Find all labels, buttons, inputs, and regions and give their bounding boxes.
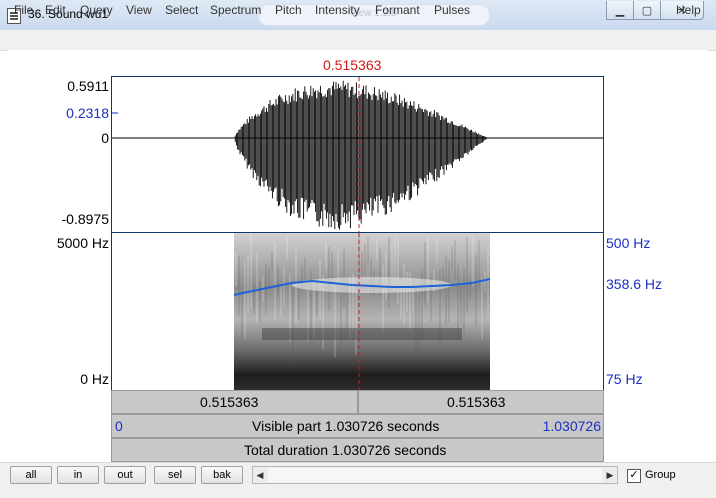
zoom-back-button[interactable]: bak — [201, 466, 243, 484]
scrollbar-thumb[interactable] — [268, 468, 602, 482]
right-half-duration: 0.515363 — [447, 394, 506, 410]
waveform-signal — [234, 80, 488, 230]
menu-select[interactable]: Select — [165, 3, 198, 17]
menu-query[interactable]: Query — [80, 3, 113, 17]
group-label: Group — [645, 469, 676, 481]
minimize-button[interactable]: ▁ — [606, 1, 634, 20]
zoom-all-button[interactable]: all — [10, 466, 52, 484]
menu-file[interactable]: File — [14, 3, 33, 17]
waveform-svg — [112, 77, 603, 232]
menu-view[interactable]: View — [126, 3, 152, 17]
spectrogram-panel[interactable] — [111, 233, 604, 390]
visible-start-time: 0 — [115, 418, 123, 434]
total-duration-bar[interactable]: Total duration 1.030726 seconds — [111, 438, 604, 462]
spectrogram-bottom-frequency-label: 0 Hz — [80, 371, 109, 387]
scroll-left-arrow-icon[interactable]: ◀ — [253, 467, 267, 483]
menu-edit[interactable]: Edit — [45, 3, 66, 17]
pitch-current-label: 358.6 Hz — [606, 276, 663, 292]
zoom-out-button[interactable]: out — [104, 466, 146, 484]
spectrogram-svg — [233, 233, 491, 390]
visible-part-label: Visible part 1.030726 seconds — [252, 418, 440, 434]
waveform-cursor-value-label: 0.2318 — [66, 105, 109, 121]
minimize-icon: ▁ — [615, 4, 625, 17]
pitch-top-label: 500 Hz — [606, 235, 651, 251]
visible-part-bar[interactable]: 0 Visible part 1.030726 seconds 1.030726 — [111, 414, 604, 438]
zoom-in-button[interactable]: in — [57, 466, 99, 484]
scroll-right-arrow-icon[interactable]: ▶ — [603, 467, 617, 483]
menu-pulses[interactable]: Pulses — [434, 3, 470, 17]
selection-right-bar[interactable]: 0.515363 — [358, 390, 604, 414]
maximize-icon: ▢ — [641, 4, 653, 17]
menu-intensity[interactable]: Intensity — [315, 3, 360, 17]
visible-end-time: 1.030726 — [542, 418, 601, 434]
menu-bar — [0, 30, 716, 51]
waveform-max-label: 0.5911 — [67, 78, 109, 94]
spectrogram-top-frequency-label: 5000 Hz — [56, 235, 109, 251]
menu-help[interactable]: Help — [676, 3, 701, 17]
menu-spectrum[interactable]: Spectrum — [210, 3, 261, 17]
menu-pitch[interactable]: Pitch — [275, 3, 302, 17]
formant-band — [262, 328, 462, 340]
waveform-zero-label: 0 — [101, 130, 109, 146]
waveform-min-label: -0.8975 — [61, 211, 109, 227]
total-duration-label: Total duration 1.030726 seconds — [244, 442, 447, 458]
group-checkbox[interactable]: ✓ — [627, 469, 641, 483]
menu-formant[interactable]: Formant — [375, 3, 420, 17]
pitch-bottom-label: 75 Hz — [606, 371, 643, 387]
selection-left-bar[interactable]: 0.515363 — [111, 390, 358, 414]
cursor-time-label: 0.515363 — [323, 57, 382, 73]
zoom-selection-button[interactable]: sel — [154, 466, 196, 484]
waveform-panel[interactable] — [111, 76, 604, 233]
maximize-button[interactable]: ▢ — [633, 1, 661, 20]
left-half-duration: 0.515363 — [200, 394, 259, 410]
checkmark-icon: ✓ — [629, 469, 639, 481]
